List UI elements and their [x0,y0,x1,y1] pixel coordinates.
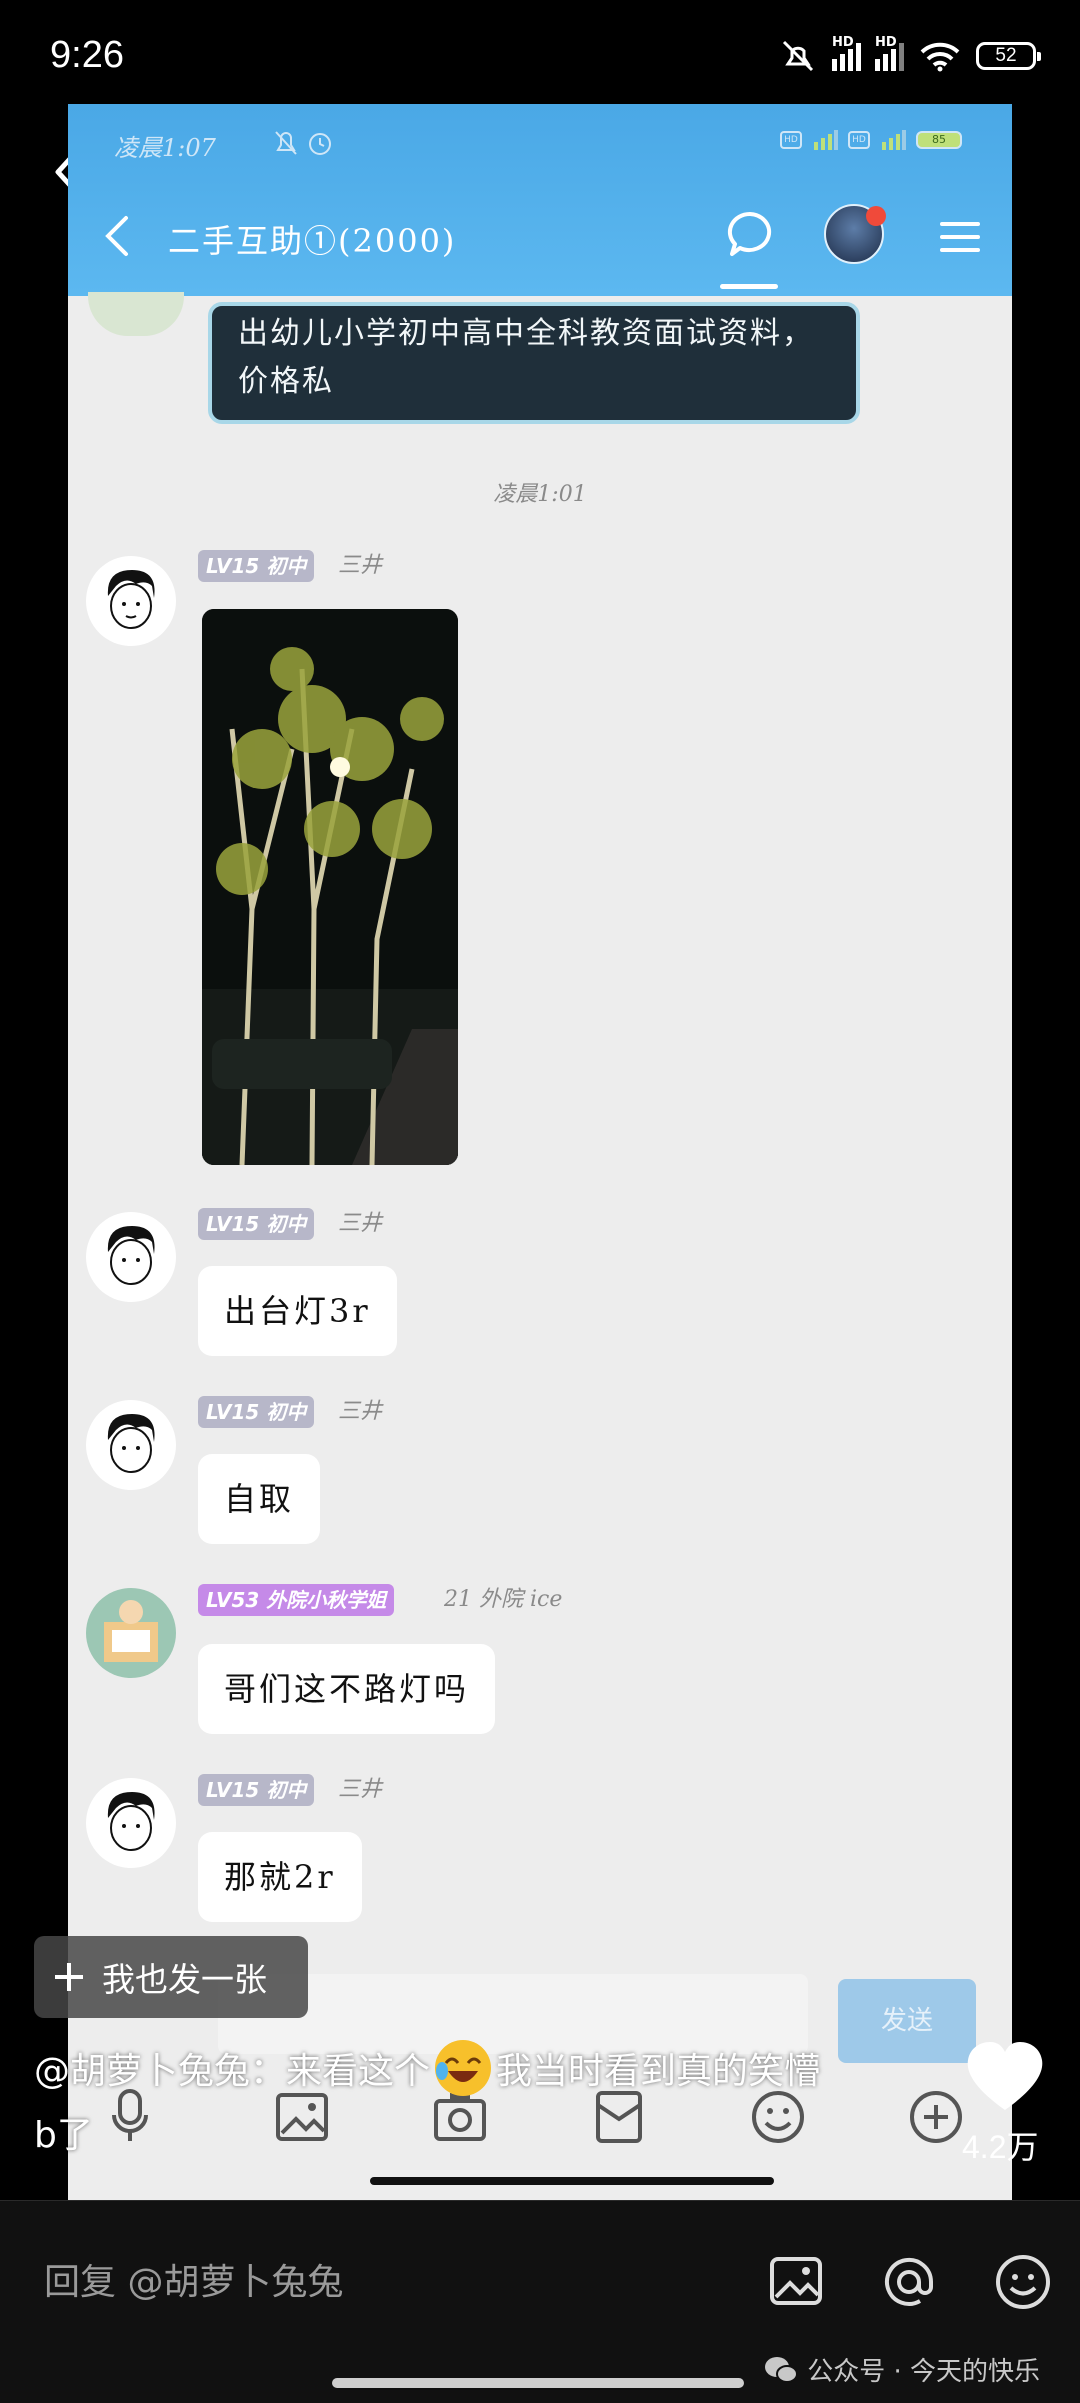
chat-back-icon[interactable] [102,214,132,258]
message-bubble: 哥们这不路灯吗 [198,1644,496,1734]
inner-status-icons: HD HD 85 [780,130,962,150]
signal-1-icon: HD [832,35,861,71]
chat-tab-underline [720,284,778,289]
avatar[interactable] [88,292,184,336]
send-button[interactable]: 发送 [838,1979,976,2063]
level-badge: LV15 初中 [198,550,315,582]
sender-name: 三井 [338,553,383,578]
status-bar: 9:26 HD HD 52 [0,0,1080,104]
inner-status-time: 凌晨1:07 [114,134,216,162]
caption-text-1: @胡萝卜兔兔：来看这个 [34,2051,431,2092]
level-badge: LV15 初中 [198,1774,315,1806]
level-badge: LV15 初中 [198,1396,315,1428]
inner-battery-icon: 85 [916,131,962,149]
chat-title: 二手互助①(2000) [168,222,457,260]
message-bubble: 出幼儿小学初中高中全科教资面试资料，价格私 [208,302,860,424]
mute-icon [782,40,814,72]
inner-home-indicator [370,2177,774,2185]
chat-header: 凌晨1:07 HD HD 85 二手互助①(2000) [68,104,1012,296]
wifi-icon [920,42,960,72]
reply-bar: 回复 @胡萝卜兔兔 公众号 · 今天的快乐 [0,2200,1080,2403]
home-indicator [332,2378,744,2388]
embedded-chat-screenshot: 凌晨1:07 HD HD 85 二手互助①(2000) 出幼儿小学初中高中全科教… [68,104,1012,2200]
plus-icon [55,1963,83,1991]
sender-name: 三井 [338,1777,383,1802]
avatar[interactable] [86,1212,176,1302]
sender-name: 三井 [338,1211,383,1236]
at-icon[interactable] [880,2253,938,2311]
inner-signal-icon-2 [882,130,906,150]
laughing-emoji-icon [435,2040,492,2096]
message-bubble: 那就2r [198,1832,362,1922]
reply-input[interactable]: 回复 @胡萝卜兔兔 [44,2253,343,2305]
emoji-icon[interactable] [994,2253,1052,2311]
status-time: 9:26 [50,34,124,76]
chat-icon[interactable] [726,210,774,258]
heart-icon[interactable] [964,2040,1046,2114]
signal-2-icon: HD [875,35,904,71]
sender-name: 三井 [338,1399,383,1424]
battery-icon: 52 [976,42,1041,70]
sender-name: 21 外院 ice [444,1587,563,1612]
message-timestamp: 凌晨1:01 [493,482,587,507]
message-bubble: 出台灯3r [198,1266,397,1356]
watermark-text: 公众号 · 今天的快乐 [807,2357,1040,2387]
notification-dot [866,206,886,226]
watermark: 公众号 · 今天的快乐 [763,2351,1040,2388]
level-badge: LV15 初中 [198,1208,315,1240]
status-icons: HD HD 52 [778,35,1041,74]
plus-circle-icon[interactable] [908,2089,964,2145]
add-photo-label: 我也发一张 [102,1960,267,1999]
inner-signal-icon [814,130,838,150]
add-photo-button[interactable]: 我也发一张 [34,1936,308,2018]
wechat-icon [765,2356,799,2383]
avatar[interactable] [86,1778,176,1868]
level-badge: LV53 外院小秋学姐 [198,1584,395,1616]
avatar[interactable] [86,556,176,646]
alarm-icons [275,131,331,155]
message-bubble: 自取 [198,1454,321,1544]
photo-message[interactable] [202,609,458,1165]
post-caption: @胡萝卜兔兔：来看这个 我当时看到真的笑懵b了 [34,2040,834,2168]
like-count: 4.2万 [962,2129,1039,2165]
avatar[interactable] [86,1588,176,1678]
menu-icon[interactable] [940,220,980,254]
image-icon[interactable] [768,2253,824,2309]
avatar[interactable] [86,1400,176,1490]
